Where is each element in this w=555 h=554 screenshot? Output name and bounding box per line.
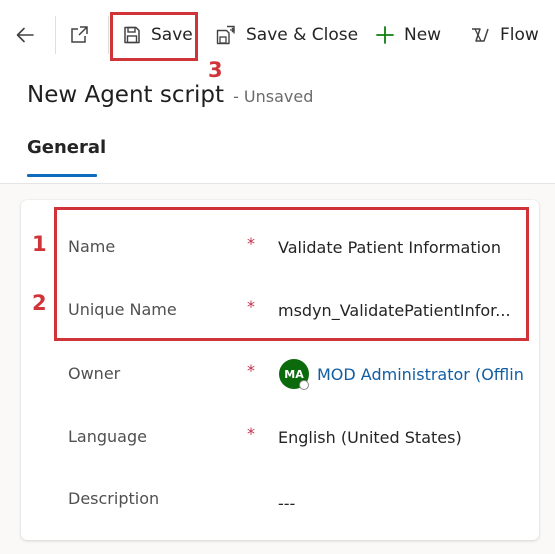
tab-selected-indicator — [27, 174, 97, 177]
new-button[interactable]: New — [375, 12, 441, 58]
required-indicator: * — [247, 361, 255, 380]
field-description: Description --- — [21, 479, 539, 519]
field-label: Language — [68, 427, 147, 446]
annotation-highlight-save — [110, 12, 198, 61]
field-label: Owner — [68, 364, 121, 383]
annotation-number-2: 2 — [32, 291, 47, 315]
page-title: New Agent script — [27, 82, 224, 108]
open-in-new-window-icon — [71, 26, 88, 43]
save-and-close-button[interactable]: Save & Close — [215, 12, 358, 58]
page-header: New Agent script - Unsaved — [27, 82, 313, 108]
tab-general[interactable]: General — [27, 137, 106, 158]
flow-icon — [472, 28, 489, 42]
presence-status-icon — [299, 380, 309, 390]
annotation-number-3: 3 — [208, 58, 223, 82]
back-arrow-icon — [16, 27, 34, 43]
toolbar-divider — [108, 16, 109, 54]
required-indicator: * — [247, 424, 255, 443]
flow-button[interactable]: Flow — [469, 12, 539, 58]
language-select[interactable]: English (United States) — [278, 428, 462, 447]
flow-label: Flow — [500, 25, 539, 45]
open-in-new-window-button[interactable] — [68, 12, 90, 58]
command-bar: Save Save & Close New Flow — [0, 0, 555, 71]
field-owner: Owner * MA MOD Administrator (Offlin — [21, 354, 539, 394]
toolbar-divider — [55, 16, 56, 54]
field-language: Language * English (United States) — [21, 417, 539, 457]
plus-icon — [376, 26, 394, 44]
new-label: New — [404, 25, 442, 45]
description-input[interactable]: --- — [278, 494, 295, 513]
save-and-close-icon — [216, 25, 235, 45]
back-button[interactable] — [14, 12, 36, 58]
save-and-close-label: Save & Close — [246, 25, 359, 45]
save-status: - Unsaved — [233, 87, 314, 106]
field-label: Description — [68, 489, 160, 508]
owner-lookup-link[interactable]: MOD Administrator (Offlin — [317, 365, 524, 384]
annotation-highlight-name-fields — [54, 207, 529, 341]
annotation-number-1: 1 — [32, 232, 47, 256]
